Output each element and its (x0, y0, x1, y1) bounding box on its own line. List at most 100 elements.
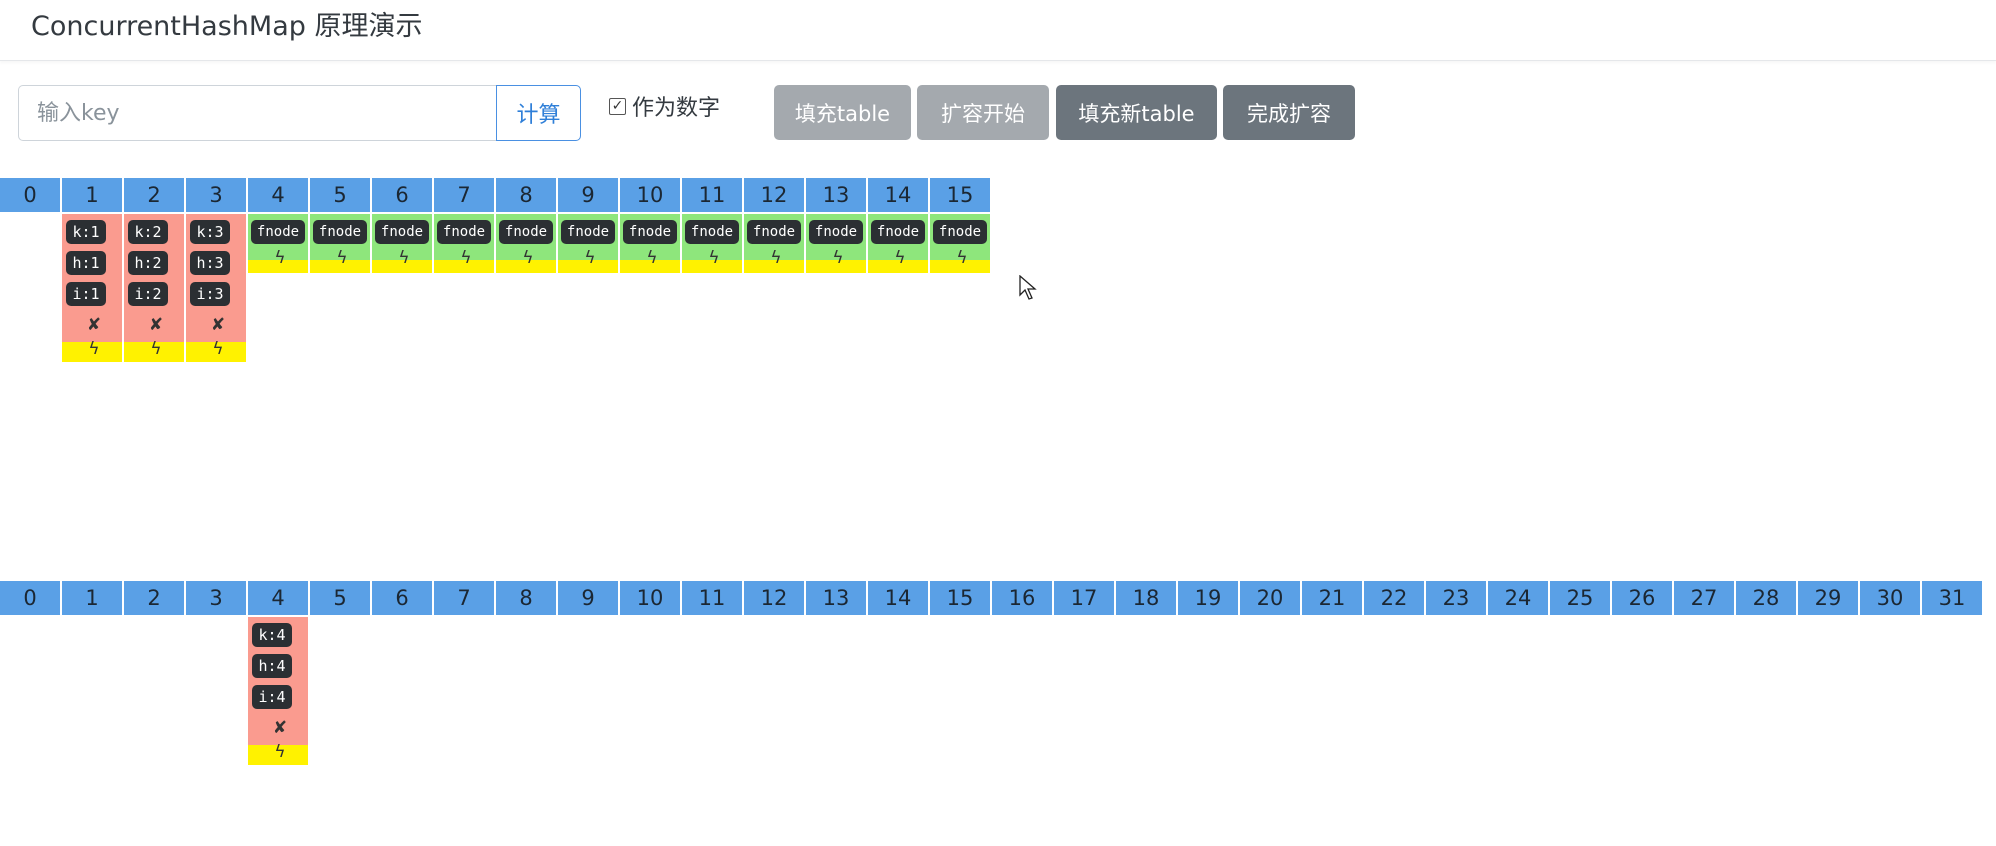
checkbox-checked-icon[interactable]: ✓ (609, 97, 626, 115)
new-table-index-cell: 6 (372, 581, 434, 615)
node-i-tag: i:1 (66, 282, 106, 306)
old-table-index-cell: 0 (0, 178, 62, 212)
old-table-node-bucket-3: k:3 h:3 i:3 ✘ ϟ (186, 214, 246, 362)
old-table-index-cell: 2 (124, 178, 186, 212)
new-table-index-cell: 5 (310, 581, 372, 615)
lightning-icon: ϟ (150, 339, 162, 359)
forwarding-node-bucket-13: fnode ϟ (806, 214, 866, 273)
new-table-index-cell: 16 (992, 581, 1054, 615)
cross-icon: ✘ (148, 315, 164, 335)
old-table-index-cell: 8 (496, 178, 558, 212)
node-h-tag: h:3 (190, 251, 230, 275)
old-table-index-cell: 14 (868, 178, 930, 212)
forwarding-node-bucket-7: fnode ϟ (434, 214, 494, 273)
page-title: ConcurrentHashMap 原理演示 (31, 11, 423, 42)
new-table-index-cell: 4 (248, 581, 310, 615)
lightning-icon: ϟ (336, 248, 348, 268)
new-table-index-cell: 21 (1302, 581, 1364, 615)
forwarding-node-bucket-8: fnode ϟ (496, 214, 556, 273)
node-k-tag: k:3 (190, 220, 230, 244)
old-table-index-cell: 9 (558, 178, 620, 212)
new-table-node-bucket-4: k:4 h:4 i:4 ✘ ϟ (248, 617, 308, 765)
lightning-icon: ϟ (584, 248, 596, 268)
finish-resize-button[interactable]: 完成扩容 (1223, 85, 1355, 140)
lightning-icon: ϟ (522, 248, 534, 268)
lightning-icon: ϟ (770, 248, 782, 268)
node-h-tag: h:1 (66, 251, 106, 275)
forwarding-node-bucket-11: fnode ϟ (682, 214, 742, 273)
old-table-node-bucket-1: k:1 h:1 i:1 ✘ ϟ (62, 214, 122, 362)
old-table-index-cell: 15 (930, 178, 992, 212)
resize-start-button[interactable]: 扩容开始 (917, 85, 1049, 140)
forwarding-node-bucket-9: fnode ϟ (558, 214, 618, 273)
node-k-tag: k:2 (128, 220, 168, 244)
node-i-tag: i:4 (252, 685, 292, 709)
lightning-icon: ϟ (956, 248, 968, 268)
app-header: ConcurrentHashMap 原理演示 (0, 0, 1996, 61)
fnode-tag: fnode (437, 220, 491, 244)
old-table-index-cell: 4 (248, 178, 310, 212)
cross-icon: ✘ (272, 718, 288, 738)
old-table-index-cell: 7 (434, 178, 496, 212)
new-table-index-cell: 25 (1550, 581, 1612, 615)
old-table-index-cell: 10 (620, 178, 682, 212)
fnode-tag: fnode (623, 220, 677, 244)
new-table-index-cell: 19 (1178, 581, 1240, 615)
fnode-tag: fnode (375, 220, 429, 244)
lightning-icon: ϟ (708, 248, 720, 268)
old-table-index-cell: 3 (186, 178, 248, 212)
new-table-index-cell: 26 (1612, 581, 1674, 615)
node-k-tag: k:4 (252, 623, 292, 647)
new-table-index-cell: 30 (1860, 581, 1922, 615)
new-table-index-cell: 3 (186, 581, 248, 615)
new-table-index-cell: 17 (1054, 581, 1116, 615)
lightning-icon: ϟ (212, 339, 224, 359)
fnode-tag: fnode (251, 220, 305, 244)
lightning-icon: ϟ (894, 248, 906, 268)
new-table-index-cell: 8 (496, 581, 558, 615)
forwarding-node-bucket-14: fnode ϟ (868, 214, 928, 273)
fnode-tag: fnode (871, 220, 925, 244)
old-table-index-cell: 12 (744, 178, 806, 212)
as-number-label: 作为数字 (632, 96, 721, 121)
as-number-toggle[interactable]: ✓ 作为数字 (609, 90, 720, 122)
lightning-icon: ϟ (646, 248, 658, 268)
old-table-index-row: 0 1 2 3 4 5 6 7 8 9 10 11 12 13 14 15 (0, 178, 992, 212)
forwarding-node-bucket-15: fnode ϟ (930, 214, 990, 273)
new-table-index-cell: 2 (124, 581, 186, 615)
new-table-index-cell: 1 (62, 581, 124, 615)
lightning-icon: ϟ (832, 248, 844, 268)
fill-table-button[interactable]: 填充table (774, 85, 911, 140)
forwarding-node-bucket-5: fnode ϟ (310, 214, 370, 273)
new-table-index-cell: 20 (1240, 581, 1302, 615)
new-table-index-cell: 9 (558, 581, 620, 615)
new-table-index-cell: 28 (1736, 581, 1798, 615)
fnode-tag: fnode (809, 220, 863, 244)
fnode-tag: fnode (561, 220, 615, 244)
forwarding-node-bucket-10: fnode ϟ (620, 214, 680, 273)
old-table-index-cell: 1 (62, 178, 124, 212)
new-table-index-cell: 12 (744, 581, 806, 615)
node-i-tag: i:2 (128, 282, 168, 306)
fnode-tag: fnode (747, 220, 801, 244)
calculate-button[interactable]: 计算 (496, 85, 581, 141)
new-table-index-row: 0 1 2 3 4 5 6 7 8 9 10 11 12 13 14 15 16 17 18 19 20 21 22 23 24… (0, 581, 1984, 615)
fnode-tag: fnode (685, 220, 739, 244)
fnode-tag: fnode (933, 220, 987, 244)
lightning-icon: ϟ (274, 742, 286, 762)
new-table-index-cell: 23 (1426, 581, 1488, 615)
lightning-icon: ϟ (88, 339, 100, 359)
forwarding-node-bucket-6: fnode ϟ (372, 214, 432, 273)
key-input[interactable] (18, 85, 496, 141)
cross-icon: ✘ (210, 315, 226, 335)
new-table-index-cell: 14 (868, 581, 930, 615)
mouse-pointer-icon (1019, 275, 1037, 300)
lightning-icon: ϟ (460, 248, 472, 268)
new-table-index-cell: 31 (1922, 581, 1984, 615)
new-table-index-cell: 18 (1116, 581, 1178, 615)
lightning-icon: ϟ (398, 248, 410, 268)
old-table-node-bucket-2: k:2 h:2 i:2 ✘ ϟ (124, 214, 184, 362)
new-table-index-cell: 22 (1364, 581, 1426, 615)
fill-new-table-button[interactable]: 填充新table (1056, 85, 1217, 140)
fnode-tag: fnode (499, 220, 553, 244)
